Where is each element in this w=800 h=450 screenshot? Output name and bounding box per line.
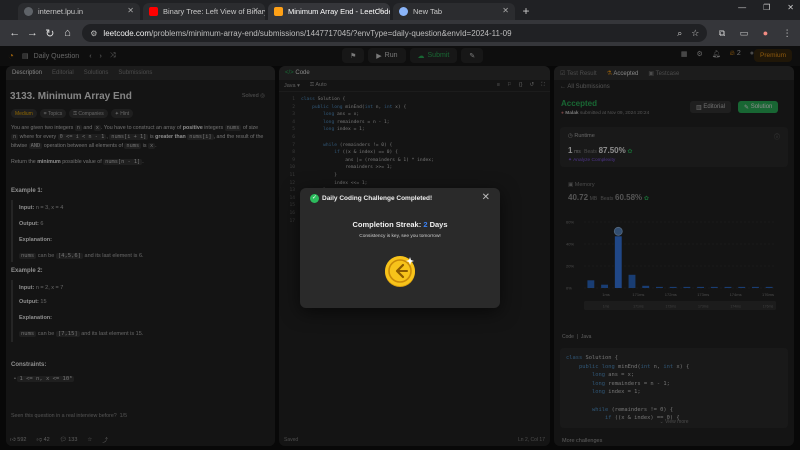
modal-subtitle: Consistency is key, see you tomorrow! bbox=[359, 234, 441, 239]
bookmark-star-icon[interactable]: ☆ bbox=[691, 28, 699, 39]
tab-label: Minimum Array End - LeetCode bbox=[288, 7, 390, 16]
completion-streak: Completion Streak: 2 Days bbox=[300, 220, 500, 229]
close-icon[interactable]: ✕ bbox=[127, 6, 134, 15]
youtube-icon bbox=[149, 7, 158, 16]
forward-icon[interactable]: → bbox=[24, 27, 42, 39]
zoom-icon[interactable]: ⌕ bbox=[677, 28, 682, 39]
close-icon[interactable]: ✕ bbox=[252, 6, 259, 15]
chrome-icon bbox=[399, 7, 408, 16]
leetcode-icon bbox=[274, 7, 283, 16]
coin-badge-icon bbox=[385, 256, 415, 287]
sidebar-icon[interactable]: ▭ bbox=[737, 28, 751, 39]
streak-unit: Days bbox=[429, 220, 448, 229]
minimize-icon[interactable]: — bbox=[738, 3, 746, 12]
browser-tab-newtab[interactable]: New Tab ✕ bbox=[393, 3, 515, 20]
close-window-icon[interactable]: ✕ bbox=[787, 3, 794, 12]
streak-value: 2 bbox=[423, 220, 428, 229]
new-tab-button[interactable]: + bbox=[518, 4, 534, 18]
tab-label: internet.lpu.in bbox=[38, 7, 84, 16]
window-controls: — ❐ ✕ bbox=[738, 3, 794, 12]
extensions-icon[interactable]: ⧉ bbox=[715, 28, 729, 39]
browser-tab-lpu[interactable]: internet.lpu.in ✕ bbox=[18, 3, 140, 20]
maximize-icon[interactable]: ❐ bbox=[763, 3, 770, 12]
reload-icon[interactable]: ↻ bbox=[41, 27, 59, 40]
tab-label: New Tab bbox=[413, 7, 443, 16]
daily-challenge-modal: ✓ Daily Coding Challenge Completed! ✕ Co… bbox=[300, 188, 500, 308]
browser-tab-youtube[interactable]: Binary Tree: Left View of Binary ✕ bbox=[143, 3, 265, 20]
url-path: /problems/minimum-array-end/submissions/… bbox=[151, 28, 512, 38]
url-host: leetcode.com bbox=[103, 28, 152, 38]
site-info-icon[interactable]: ⚙ bbox=[90, 29, 97, 38]
profile-avatar[interactable]: ● bbox=[759, 28, 773, 38]
check-circle-icon: ✓ bbox=[310, 194, 319, 203]
browser-tab-leetcode[interactable]: Minimum Array End - LeetCode ✕ bbox=[268, 3, 390, 20]
streak-label: Completion Streak: bbox=[352, 220, 422, 229]
address-bar-row: ← → ↻ ⌂ ⚙ leetcode.com /problems/minimum… bbox=[0, 20, 800, 46]
url-input[interactable]: ⚙ leetcode.com /problems/minimum-array-e… bbox=[82, 24, 708, 42]
close-icon[interactable]: ✕ bbox=[482, 192, 490, 203]
browser-tab-strip: internet.lpu.in ✕ Binary Tree: Left View… bbox=[0, 0, 800, 20]
globe-icon bbox=[24, 7, 33, 16]
close-icon[interactable]: ✕ bbox=[377, 6, 384, 15]
home-icon[interactable]: ⌂ bbox=[59, 27, 77, 39]
modal-title: Daily Coding Challenge Completed! bbox=[322, 195, 433, 202]
back-icon[interactable]: ← bbox=[6, 27, 24, 39]
omnibox-icons: ⌕ ☆ bbox=[677, 28, 699, 39]
close-icon[interactable]: ✕ bbox=[502, 6, 509, 15]
menu-icon[interactable]: ⋮ bbox=[780, 28, 794, 39]
tab-label: Binary Tree: Left View of Binary bbox=[163, 7, 265, 16]
